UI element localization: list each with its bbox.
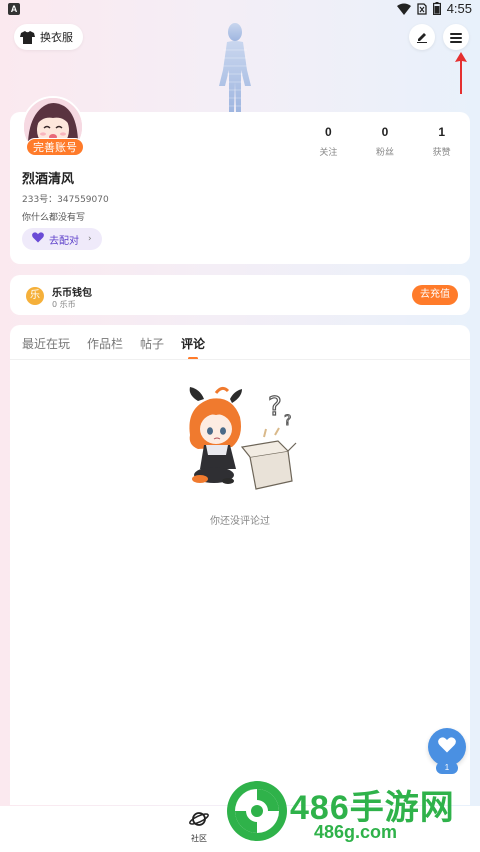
no-sim-icon xyxy=(417,2,427,15)
nav-item-community[interactable]: 社区 xyxy=(186,810,212,844)
tshirt-icon xyxy=(20,30,35,44)
battery-icon xyxy=(432,2,441,15)
red-arrow-annotation xyxy=(452,52,470,98)
recharge-button[interactable]: 去充值 xyxy=(412,285,458,305)
svg-text:?: ? xyxy=(284,413,291,429)
edit-profile-button[interactable] xyxy=(409,24,435,50)
complete-account-badge[interactable]: 完善账号 xyxy=(26,138,84,156)
clock: 4:55 xyxy=(446,1,472,16)
tab-posts[interactable]: 帖子 xyxy=(140,335,164,360)
avatar-3d-figure[interactable] xyxy=(205,20,265,115)
watermark-url: 486g.com xyxy=(314,822,398,842)
tab-recently-played[interactable]: 最近在玩 xyxy=(22,335,70,360)
heart-icon xyxy=(32,232,44,246)
wallet-title: 乐币钱包 xyxy=(52,288,92,299)
svg-text:?: ? xyxy=(268,392,282,422)
username: 烈酒清风 xyxy=(22,172,75,187)
planet-icon xyxy=(189,812,209,832)
status-bar: A 4:55 xyxy=(0,0,480,20)
pair-button-label: 去配对 xyxy=(49,235,79,247)
user-id: 233号：347559070 xyxy=(22,195,109,205)
stat-label: 关注 xyxy=(319,148,338,158)
status-icons: 4:55 xyxy=(396,1,472,16)
pair-button[interactable]: 去配对 › xyxy=(22,228,102,250)
stat-value: 1 xyxy=(438,125,446,139)
empty-state-text: 你还没评论过 xyxy=(210,516,270,527)
menu-button[interactable] xyxy=(443,24,469,50)
tab-divider xyxy=(10,359,470,360)
empty-state-illustration: ? ? xyxy=(180,385,300,495)
site-watermark: 486手游网 486g.com xyxy=(224,772,480,852)
menu-icon xyxy=(450,28,462,47)
tab-comments[interactable]: 评论 xyxy=(181,335,205,360)
stat-value: 0 xyxy=(324,125,332,139)
stat-following[interactable]: 0 关注 xyxy=(300,125,357,158)
change-outfit-button[interactable]: 换衣服 xyxy=(14,24,83,50)
floating-heart-button[interactable] xyxy=(428,728,466,766)
tab-bar: 最近在玩 作品栏 帖子 评论 xyxy=(22,335,205,360)
wallet-balance: 0 乐币 xyxy=(52,300,76,309)
heart-icon xyxy=(438,737,456,757)
wifi-icon xyxy=(396,3,411,15)
tab-works[interactable]: 作品栏 xyxy=(87,335,123,360)
stat-likes[interactable]: 1 获赞 xyxy=(413,125,470,158)
stat-followers[interactable]: 0 粉丝 xyxy=(357,125,414,158)
coin-icon: 乐 xyxy=(26,287,44,305)
nav-item-label: 社区 xyxy=(191,834,207,843)
stat-label: 粉丝 xyxy=(376,148,395,158)
profile-stats: 0 关注 0 粉丝 1 获赞 xyxy=(300,125,470,158)
change-outfit-label: 换衣服 xyxy=(40,31,73,44)
chevron-right-icon: › xyxy=(88,234,92,244)
stat-label: 获赞 xyxy=(432,148,451,158)
app-notification-icon: A xyxy=(8,3,20,15)
watermark-logo-icon xyxy=(224,778,290,844)
stat-value: 0 xyxy=(381,125,389,139)
edit-icon xyxy=(416,28,428,47)
user-bio: 你什么都没有写 xyxy=(22,213,86,223)
wallet-card[interactable]: 乐 乐币钱包 0 乐币 去充值 xyxy=(10,275,470,315)
